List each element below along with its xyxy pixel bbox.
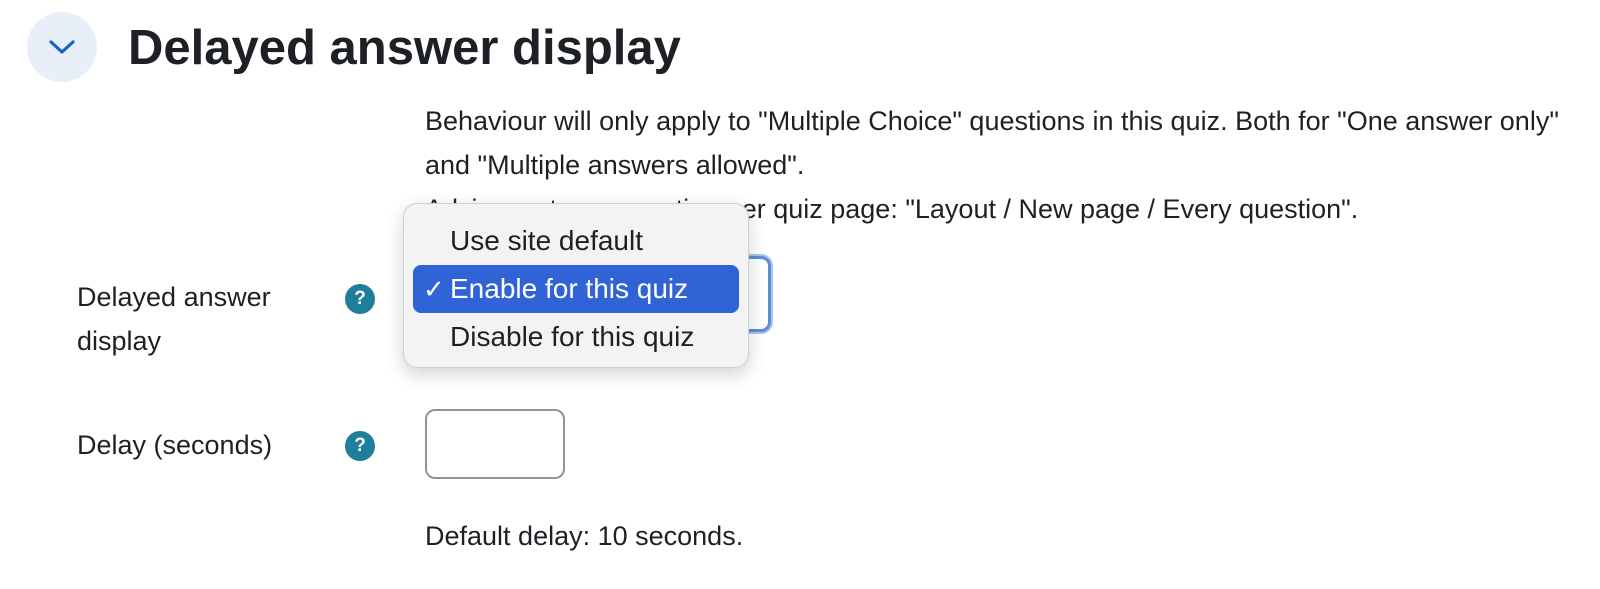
option-enable-for-this-quiz[interactable]: ✓ Enable for this quiz [413,265,739,313]
section-title: Delayed answer display [128,21,681,75]
option-use-site-default[interactable]: Use site default [413,217,739,265]
delayed-display-dropdown: Use site default ✓ Enable for this quiz … [403,203,749,368]
help-icon[interactable]: ? [345,284,375,314]
option-label: Use site default [450,225,643,256]
option-label: Disable for this quiz [450,321,695,352]
description-line: Behaviour will only apply to "Multiple C… [425,106,1559,180]
delay-seconds-input[interactable] [425,409,565,479]
option-disable-for-this-quiz[interactable]: Disable for this quiz [413,313,739,361]
quiz-settings-section: Delayed answer display Behaviour will on… [0,0,1600,589]
delay-seconds-label: Delay (seconds) [77,430,273,460]
section-collapse-toggle[interactable] [27,12,97,82]
checkmark-icon: ✓ [423,274,445,304]
chevron-down-icon [49,40,75,54]
delayed-display-label: Delayed answer display [77,282,271,356]
option-label: Enable for this quiz [450,273,689,304]
default-delay-note: Default delay: 10 seconds. [425,521,744,551]
help-icon[interactable]: ? [345,431,375,461]
